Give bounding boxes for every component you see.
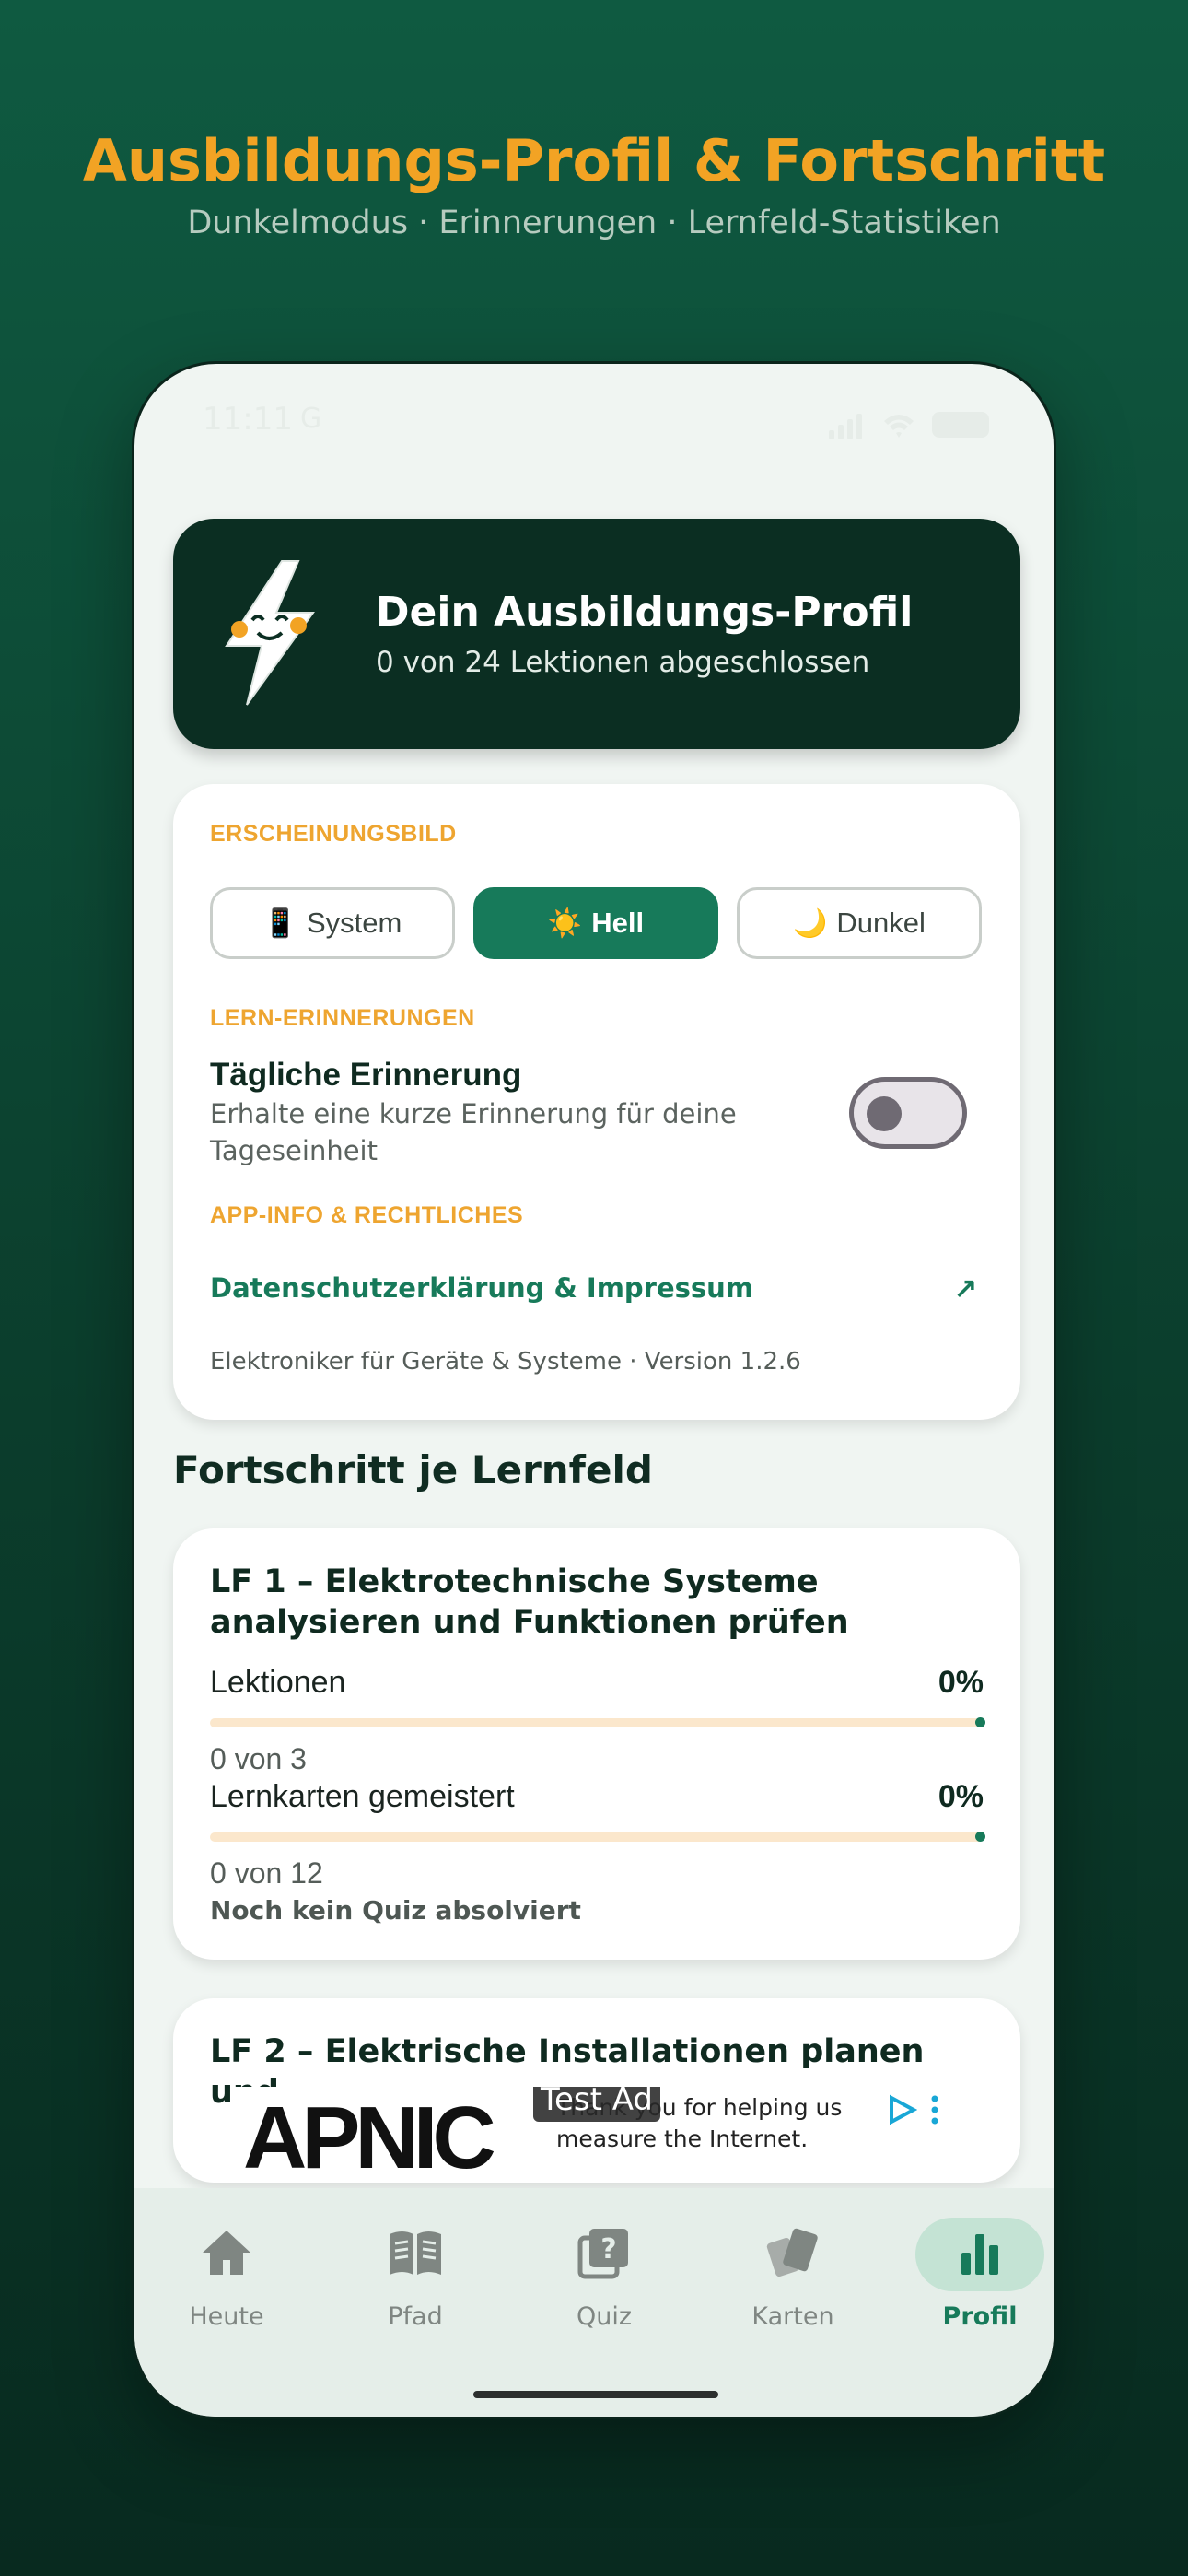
status-extra: G [300, 403, 322, 435]
appearance-option-light[interactable]: ☀️ Hell [473, 887, 718, 959]
reminders-label: LERN-ERINNERUNGEN [210, 1005, 475, 1031]
profile-title: Dein Ausbildungs-Profil [376, 589, 914, 636]
moon-icon: 🌙 [793, 907, 828, 939]
nav-item-heute[interactable]: Heute [134, 2188, 319, 2372]
nav-item-profil[interactable]: Profil [888, 2188, 1054, 2372]
bottom-navigation: Heute Pfad ? Quiz Karten Profil [134, 2188, 1054, 2417]
status-icons [829, 412, 989, 439]
chart-icon [961, 2234, 998, 2275]
cards-icon [766, 2228, 818, 2277]
toggle-knob [867, 1096, 902, 1131]
cards-count: 0 von 12 [210, 1856, 323, 1890]
lessons-label: Lektionen [210, 1665, 346, 1700]
learning-field-title: LF 1 – Elektrotechnische Systeme analysi… [210, 1563, 849, 1641]
nav-item-karten[interactable]: Karten [701, 2188, 885, 2372]
cards-percent: 0% [938, 1779, 984, 1814]
nav-label: Quiz [576, 2302, 633, 2331]
ad-menu-icon[interactable] [930, 2094, 939, 2125]
daily-reminder-title: Tägliche Erinnerung [210, 1057, 522, 1093]
battery-icon [932, 412, 989, 438]
appearance-option-system[interactable]: 📱 System [210, 887, 455, 959]
cards-progress-bar [210, 1832, 985, 1842]
quiz-status: Noch kein Quiz absolviert [210, 1895, 581, 1926]
lightning-mascot-icon [225, 560, 315, 706]
appearance-option-dark[interactable]: 🌙 Dunkel [737, 887, 982, 959]
appearance-option-label: Hell [591, 907, 645, 939]
signal-icon [829, 414, 862, 439]
profile-subtitle: 0 von 24 Lektionen abgeschlossen [376, 646, 870, 679]
quiz-icon: ? [577, 2229, 628, 2279]
ad-choices-icon[interactable] [886, 2094, 917, 2125]
ad-logo: APNIC [243, 2089, 496, 2180]
phone-frame: 11:11 G Dein Ausbildungs-Profil 0 von 24… [132, 361, 1056, 2419]
phone-icon: 📱 [262, 907, 297, 939]
svg-text:?: ? [600, 2233, 616, 2266]
profile-hero-card: Dein Ausbildungs-Profil 0 von 24 Lektion… [173, 519, 1020, 749]
appearance-option-label: Dunkel [836, 907, 926, 939]
external-link-icon[interactable]: ↗ [954, 1272, 977, 1305]
lessons-progress-bar [210, 1717, 985, 1727]
app-info-label: APP-INFO & RECHTLICHES [210, 1202, 524, 1228]
privacy-imprint-link[interactable]: Datenschutzerklärung & Impressum [210, 1272, 753, 1304]
appearance-label: ERSCHEINUNGSBILD [210, 821, 457, 847]
test-ad-badge: Test Ad [533, 2087, 661, 2122]
wifi-icon [884, 415, 914, 438]
progress-end-dot [975, 1717, 985, 1727]
home-icon [203, 2231, 250, 2275]
home-indicator[interactable] [473, 2391, 718, 2398]
nav-label: Profil [942, 2302, 1018, 2331]
nav-label: Karten [751, 2302, 834, 2331]
ad-banner[interactable]: APNIC Thank you for helping us measure t… [234, 2087, 954, 2179]
settings-card: ERSCHEINUNGSBILD 📱 System ☀️ Hell 🌙 Dunk… [173, 784, 1020, 1420]
nav-label: Pfad [388, 2302, 443, 2331]
learning-field-card: LF 1 – Elektrotechnische Systeme analysi… [173, 1528, 1020, 1960]
daily-reminder-description: Erhalte eine kurze Erinnerung für deine … [210, 1098, 737, 1166]
status-bar: 11:11 G [134, 401, 1054, 456]
daily-reminder-toggle[interactable] [849, 1077, 967, 1149]
progress-heading: Fortschritt je Lernfeld [173, 1447, 653, 1493]
sun-icon: ☀️ [547, 907, 583, 939]
nav-item-pfad[interactable]: Pfad [323, 2188, 507, 2372]
book-icon [390, 2231, 441, 2275]
nav-item-quiz[interactable]: ? Quiz [512, 2188, 696, 2372]
nav-label: Heute [189, 2302, 264, 2331]
lessons-count: 0 von 3 [210, 1742, 307, 1775]
status-time: 11:11 [203, 401, 293, 438]
promo-subtitle: Dunkelmodus · Erinnerungen · Lernfeld-St… [187, 205, 1001, 241]
promo-title: Ausbildungs-Profil & Fortschritt [82, 127, 1106, 194]
lessons-percent: 0% [938, 1665, 984, 1700]
cards-label: Lernkarten gemeistert [210, 1779, 515, 1814]
progress-end-dot [975, 1832, 985, 1842]
app-version-text: Elektroniker für Geräte & Systeme · Vers… [210, 1348, 801, 1376]
appearance-option-label: System [307, 907, 402, 939]
